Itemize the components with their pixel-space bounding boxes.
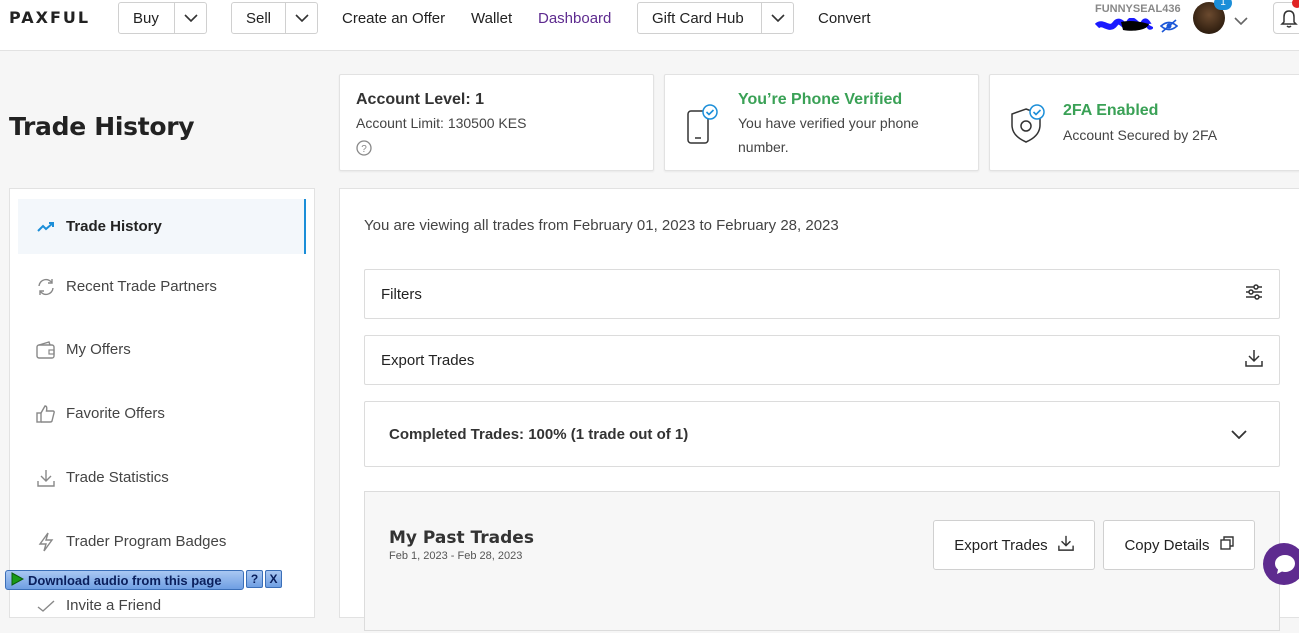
chevron-down-icon[interactable] — [174, 3, 206, 33]
notification-count-badge: 1 — [1214, 0, 1232, 10]
twofa-card: 2FA Enabled Account Secured by 2FA — [989, 74, 1299, 171]
hide-balance-icon[interactable] — [1159, 18, 1179, 39]
convert-link[interactable]: Convert — [818, 10, 871, 27]
twofa-title: 2FA Enabled — [1063, 102, 1159, 119]
sidebar-item-trader-program-badges[interactable]: Trader Program Badges — [18, 514, 306, 569]
dashboard-link[interactable]: Dashboard — [538, 10, 611, 27]
filters-accordion[interactable]: Filters — [364, 269, 1280, 319]
sell-label: Sell — [246, 9, 272, 27]
twofa-text: Account Secured by 2FA — [1063, 127, 1218, 143]
completed-trades-accordion[interactable]: Completed Trades: 100% (1 trade out of 1… — [364, 401, 1280, 467]
phone-verified-card: You’re Phone Verified You have verified … — [664, 74, 979, 171]
gift-card-hub-label: Gift Card Hub — [652, 9, 744, 27]
copy-details-label: Copy Details — [1124, 536, 1210, 554]
copy-icon — [1219, 536, 1234, 554]
chevron-down-icon[interactable] — [761, 3, 793, 33]
sidebar-item-trade-history[interactable]: Trade History — [18, 199, 306, 254]
export-trades-button[interactable]: Export Trades — [933, 520, 1095, 570]
account-limit: Account Limit: 130500 KES — [356, 115, 527, 131]
date-range-text: You are viewing all trades from February… — [364, 217, 839, 234]
paxful-logo[interactable]: PAXFUL — [9, 8, 90, 27]
trade-history-panel: You are viewing all trades from February… — [339, 188, 1299, 631]
create-offer-link[interactable]: Create an Offer — [342, 10, 445, 27]
chevron-down-icon[interactable] — [285, 3, 317, 33]
past-trades-title: My Past Trades — [389, 528, 534, 548]
download-icon — [36, 468, 56, 488]
sidebar-item-label: Trade History — [66, 218, 162, 235]
chat-bubble-icon — [1273, 553, 1297, 580]
export-trades-button-label: Export Trades — [954, 536, 1048, 554]
lightning-icon — [36, 532, 56, 552]
filter-sliders-icon — [1245, 284, 1263, 304]
sidebar-item-favorite-offers[interactable]: Favorite Offers — [18, 386, 306, 441]
username: FUNNYSEAL436 — [1095, 3, 1181, 15]
sidebar-item-recent-trade-partners[interactable]: Recent Trade Partners — [18, 259, 306, 314]
sidebar-item-label: My Offers — [66, 341, 131, 358]
export-trades-accordion[interactable]: Export Trades — [364, 335, 1280, 385]
download-audio-button[interactable]: Download audio from this page — [5, 570, 245, 590]
sell-dropdown[interactable]: Sell — [231, 2, 318, 34]
buy-label: Buy — [133, 9, 159, 27]
wallet-link[interactable]: Wallet — [471, 10, 512, 27]
notification-dot — [1292, 0, 1299, 8]
trending-up-icon — [36, 217, 56, 237]
account-level-card: Account Level: 1 Account Limit: 130500 K… — [339, 74, 654, 171]
sidebar-item-label: Trader Program Badges — [66, 533, 227, 550]
help-icon[interactable]: ? — [356, 140, 372, 161]
sidebar: Trade History Recent Trade Partners My O… — [9, 188, 315, 618]
export-trades-label: Export Trades — [381, 351, 475, 369]
sidebar-item-label: Favorite Offers — [66, 405, 165, 422]
sidebar-item-trade-statistics[interactable]: Trade Statistics — [18, 450, 306, 505]
wallet-icon — [36, 340, 56, 360]
chat-button[interactable] — [1263, 543, 1299, 585]
gift-card-hub-dropdown[interactable]: Gift Card Hub — [637, 2, 794, 34]
sidebar-item-my-offers[interactable]: My Offers — [18, 322, 306, 377]
shield-check-icon — [1010, 103, 1046, 150]
check-icon — [36, 596, 56, 616]
download-audio-bar: Download audio from this page ? X — [5, 570, 282, 590]
thumbs-up-icon — [36, 404, 56, 424]
download-icon — [1245, 349, 1263, 371]
phone-verified-title: You’re Phone Verified — [738, 91, 903, 108]
buy-dropdown[interactable]: Buy — [118, 2, 207, 34]
close-button[interactable]: X — [265, 570, 282, 588]
help-button[interactable]: ? — [246, 570, 264, 588]
top-navbar: PAXFUL Buy Sell Create an Offer Wallet D… — [0, 0, 1299, 51]
page-title: Trade History — [9, 112, 195, 141]
play-icon — [10, 571, 25, 589]
svg-text:?: ? — [361, 144, 367, 155]
download-icon — [1057, 535, 1074, 555]
completed-trades-label: Completed Trades: 100% (1 trade out of 1… — [389, 425, 689, 443]
bell-icon — [1280, 9, 1298, 34]
chevron-down-icon — [1231, 426, 1247, 443]
sidebar-item-label: Invite a Friend — [66, 597, 162, 614]
phone-verified-text: You have verified your phone number. — [738, 115, 919, 155]
account-level-title: Account Level: 1 — [356, 91, 485, 108]
sidebar-item-label: Recent Trade Partners — [66, 278, 217, 295]
past-trades-section: My Past Trades Feb 1, 2023 - Feb 28, 202… — [364, 491, 1280, 631]
balance-redacted — [1095, 18, 1153, 31]
refresh-icon — [36, 277, 56, 297]
download-audio-label: Download audio from this page — [28, 572, 222, 588]
phone-verified-icon — [685, 103, 721, 150]
filters-label: Filters — [381, 285, 422, 303]
sidebar-item-label: Trade Statistics — [66, 469, 169, 486]
copy-details-button[interactable]: Copy Details — [1103, 520, 1255, 570]
chevron-down-icon[interactable] — [1234, 12, 1248, 30]
past-trades-range: Feb 1, 2023 - Feb 28, 2023 — [389, 550, 523, 562]
